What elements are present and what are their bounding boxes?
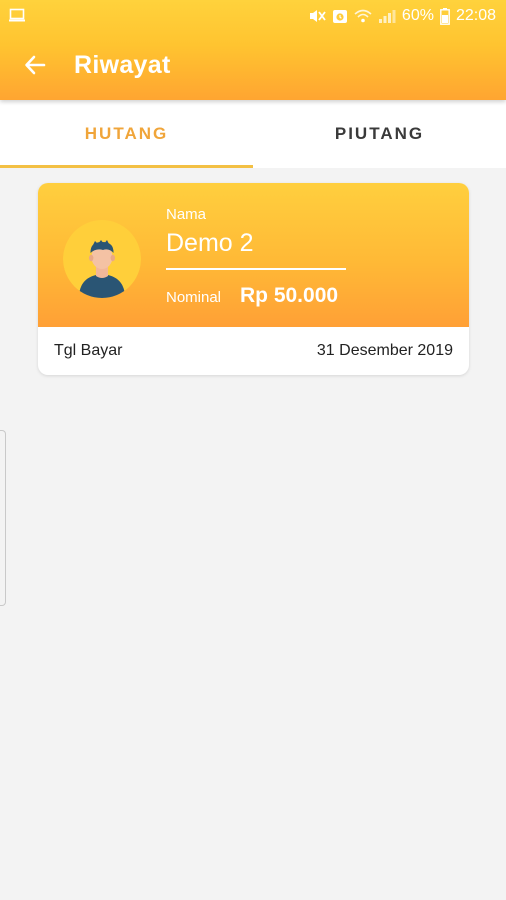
top-bar: 60% 22:08 Riwayat [0, 0, 506, 100]
edge-drag-handle[interactable] [0, 430, 6, 606]
clock: 22:08 [455, 7, 496, 24]
signal-icon [378, 8, 396, 24]
tab-bar: HUTANG PIUTANG [0, 100, 506, 168]
battery-percent: 60% [401, 7, 434, 24]
record-card-header: Nama Demo 2 Nominal Rp 50.000 [38, 183, 469, 327]
screen-icon [9, 8, 25, 26]
wifi-icon [354, 8, 372, 24]
name-divider [166, 268, 346, 270]
alarm-icon [332, 8, 348, 24]
page-title: Riwayat [74, 51, 171, 79]
app-bar: Riwayat [0, 32, 506, 100]
name-label: Nama [166, 206, 207, 223]
nominal-value: Rp 50.000 [240, 284, 339, 307]
date-value: 31 Desember 2019 [316, 342, 453, 359]
record-card[interactable]: Nama Demo 2 Nominal Rp 50.000 Tgl Bayar … [38, 183, 469, 375]
person-avatar-icon [63, 220, 141, 298]
status-icons: 60% 22:08 [308, 7, 496, 25]
tab-piutang[interactable]: PIUTANG [253, 100, 506, 168]
nominal-label: Nominal [166, 289, 222, 306]
date-label: Tgl Bayar [54, 342, 123, 359]
name-value: Demo 2 [166, 229, 254, 257]
arrow-left-icon [25, 55, 46, 75]
status-bar: 60% 22:08 [0, 0, 506, 32]
battery-icon [440, 7, 450, 25]
mute-icon [308, 8, 326, 24]
back-button[interactable] [18, 48, 52, 82]
tab-hutang[interactable]: HUTANG [0, 100, 253, 168]
record-card-footer: Tgl Bayar 31 Desember 2019 [38, 327, 469, 375]
